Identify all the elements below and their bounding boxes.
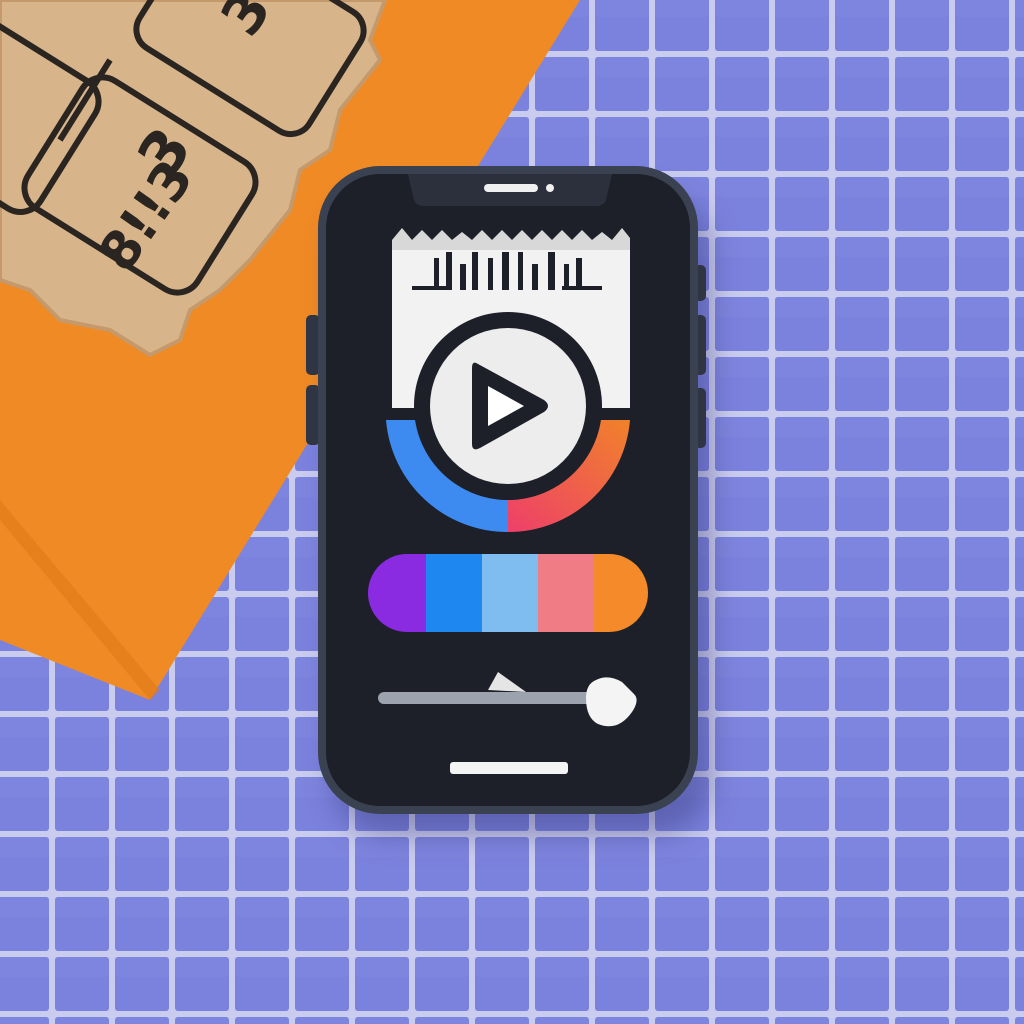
slider-track [378,692,596,704]
speaker-icon [484,184,538,192]
scene: 8!!3 3 3 [0,0,1024,1024]
power-button-left[interactable] [306,385,320,445]
camera-icon [546,184,554,192]
play-button[interactable] [414,312,602,500]
phone [306,166,706,814]
color-bar [368,554,648,632]
volume-button-left[interactable] [306,315,320,375]
home-indicator[interactable] [450,762,568,774]
